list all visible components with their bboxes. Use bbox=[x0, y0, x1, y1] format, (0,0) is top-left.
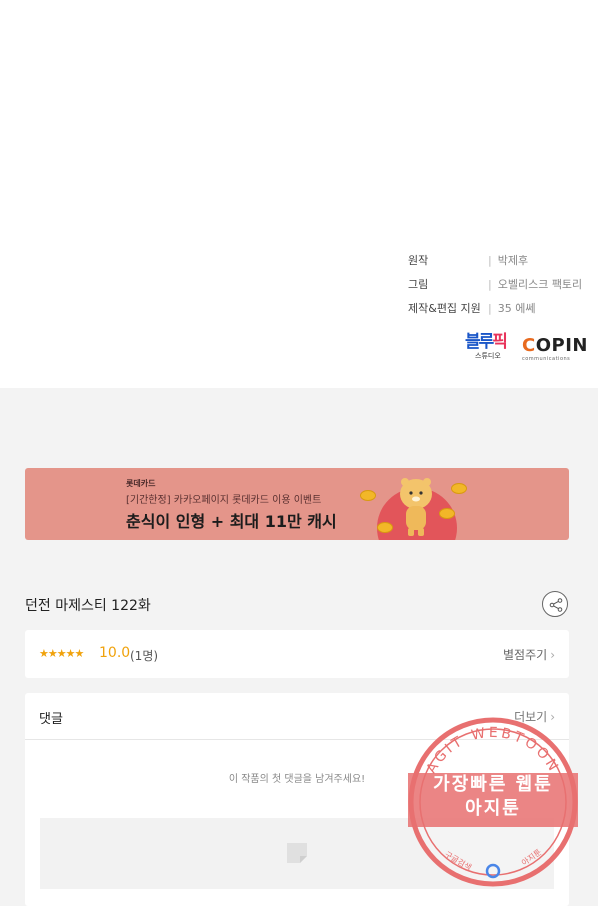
watermark-banner: 가장빠른 웹툰 아지툰 bbox=[408, 773, 578, 827]
credit-role: 원작 bbox=[408, 254, 429, 267]
bluepick-logo-text: 블루픽 bbox=[465, 332, 508, 352]
comment-placeholder-icon bbox=[287, 843, 307, 863]
comments-more-link[interactable]: 더보기 › bbox=[514, 708, 555, 725]
lotte-card-event-banner[interactable]: 롯데카드 [기간한정] 카카오페이지 롯데카드 이용 이벤트 춘식이 인형 + … bbox=[25, 468, 569, 540]
credit-role: 그림 bbox=[408, 278, 429, 291]
comments-more-label: 더보기 bbox=[514, 710, 548, 724]
banner-headline: 춘식이 인형 + 최대 11만 캐시 bbox=[126, 512, 337, 531]
rate-button-label: 별점주기 bbox=[503, 648, 548, 662]
rate-button[interactable]: 별점주기 › bbox=[503, 646, 555, 663]
banner-brand: 롯데카드 bbox=[126, 479, 156, 488]
comment-input-area[interactable] bbox=[40, 818, 554, 889]
comments-title: 댓글 bbox=[39, 712, 63, 727]
bluepick-studio-logo: 블루픽 스튜디오 bbox=[465, 332, 508, 365]
coin-icon bbox=[439, 508, 455, 519]
credit-role: 제작&편집 지원 bbox=[408, 302, 481, 315]
coin-icon bbox=[360, 490, 376, 501]
rating-panel: ★★★★★ 10.0 (1명) 별점주기 › bbox=[25, 630, 569, 678]
copin-logo-sub: communications bbox=[522, 356, 571, 362]
share-icon bbox=[549, 598, 563, 612]
rating-score: 10.0 bbox=[99, 645, 131, 661]
chevron-right-icon: › bbox=[550, 648, 555, 662]
copin-logo-text: COPIN bbox=[522, 335, 588, 356]
chevron-right-icon: › bbox=[550, 710, 555, 724]
watermark-line2: 아지툰 bbox=[465, 798, 521, 819]
credit-name: 박제후 bbox=[488, 252, 528, 268]
credit-name: 오벨리스크 팩토리 bbox=[488, 276, 582, 292]
episode-end-section bbox=[0, 0, 598, 388]
share-button[interactable] bbox=[542, 591, 568, 617]
credit-name: 35 에쎄 bbox=[488, 300, 536, 316]
bluepick-logo-sub: 스튜디오 bbox=[475, 352, 501, 360]
coin-icon bbox=[377, 522, 393, 533]
coin-icon bbox=[451, 483, 467, 494]
rating-count: (1명) bbox=[130, 649, 159, 663]
comments-divider bbox=[25, 739, 569, 740]
rating-stars: ★★★★★ bbox=[39, 647, 84, 660]
banner-subtitle: [기간한정] 카카오페이지 롯데카드 이용 이벤트 bbox=[126, 495, 322, 506]
episode-title: 던전 마제스티 122화 bbox=[25, 598, 151, 614]
watermark-line1: 가장빠른 웹툰 bbox=[433, 774, 553, 795]
copin-logo: COPIN communications bbox=[522, 335, 588, 363]
choonsik-character-icon bbox=[400, 478, 432, 536]
